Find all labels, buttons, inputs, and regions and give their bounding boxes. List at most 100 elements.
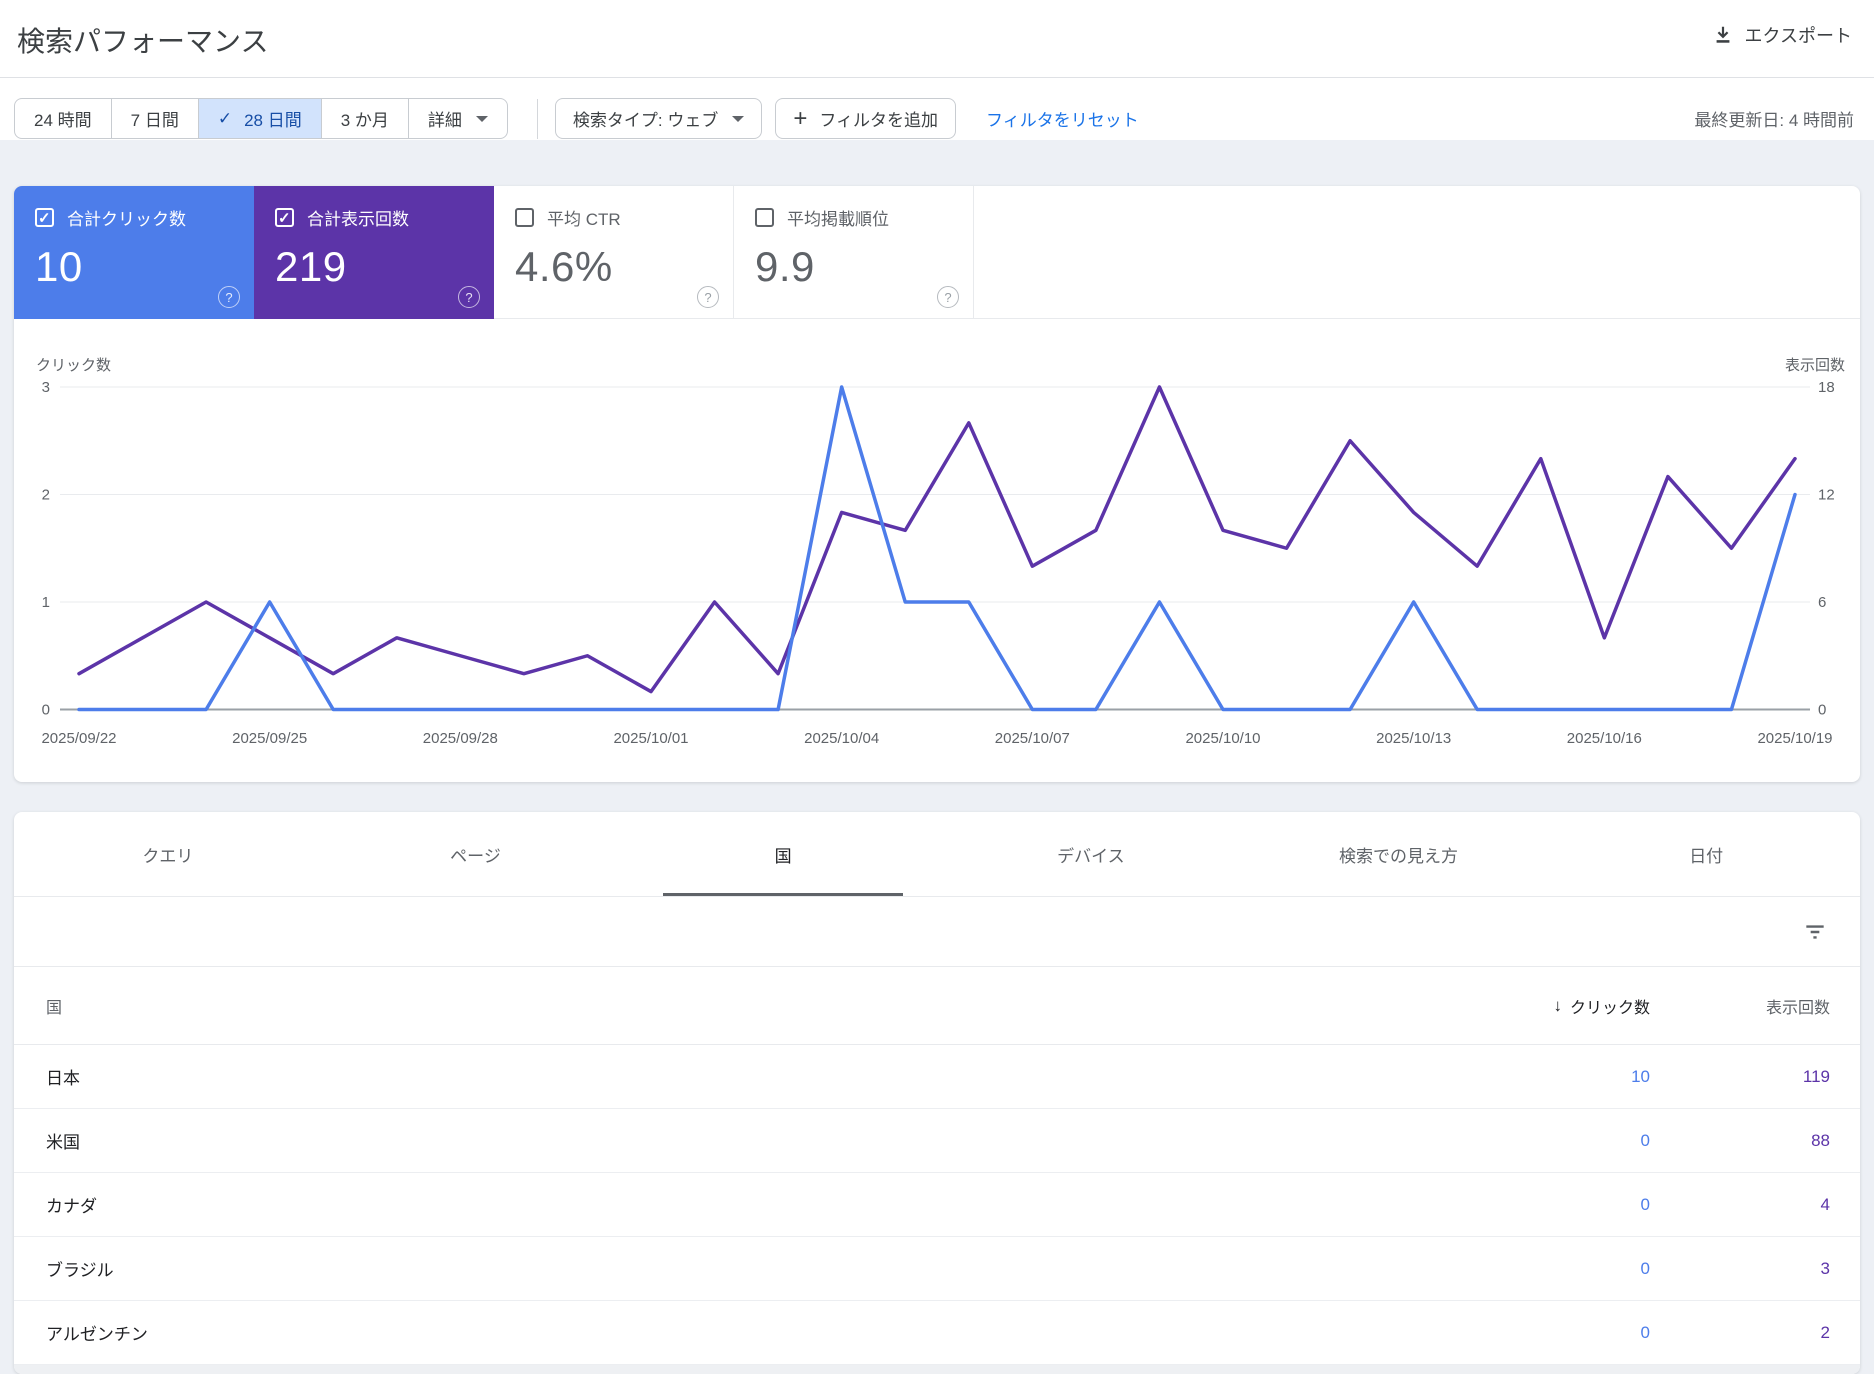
- metric-value: 10: [35, 243, 83, 290]
- checkbox-icon[interactable]: [755, 208, 774, 227]
- svg-text:0: 0: [42, 702, 50, 719]
- last-updated-text: 最終更新日: 4 時間前: [1694, 111, 1854, 130]
- svg-text:2025/10/13: 2025/10/13: [1376, 730, 1451, 747]
- add-filter-label: フィルタを追加: [819, 111, 939, 130]
- export-button[interactable]: エクスポート: [1712, 22, 1852, 48]
- metric-tile-total-impressions[interactable]: 合計表示回数 219 ?: [254, 186, 494, 319]
- top-header: 検索パフォーマンス エクスポート 24 時間 7 日間 ✓ 28 日間 3 か月 …: [0, 0, 1874, 140]
- svg-text:2025/10/04: 2025/10/04: [804, 730, 879, 747]
- metric-tile-total-clicks[interactable]: 合計クリック数 10 ?: [14, 186, 254, 319]
- impressions-cell[interactable]: 119: [1803, 1067, 1830, 1087]
- date-range-label: 7 日間: [130, 111, 179, 130]
- metric-value: 9.9: [755, 243, 815, 290]
- checkbox-icon[interactable]: [515, 208, 534, 227]
- chevron-down-icon: [732, 115, 745, 122]
- tab-devices[interactable]: デバイス: [937, 812, 1245, 896]
- metric-tiles: 合計クリック数 10 ? 合計表示回数 219 ? 平均 CTR 4.6% ? …: [14, 186, 1860, 319]
- clicks-cell[interactable]: 0: [1641, 1323, 1650, 1343]
- download-icon: [1716, 26, 1729, 43]
- help-icon[interactable]: ?: [458, 286, 480, 308]
- filter-separator: [536, 98, 538, 139]
- page-title: 検索パフォーマンス: [17, 26, 269, 57]
- help-icon[interactable]: ?: [937, 286, 959, 308]
- chevron-down-icon: [475, 115, 488, 122]
- dimensions-card: クエリ ページ 国 デバイス 検索での見え方 日付 国 ↓ クリック数 表示回数…: [14, 812, 1860, 1374]
- date-range-label: 3 か月: [340, 111, 389, 130]
- tab-queries[interactable]: クエリ: [14, 812, 322, 896]
- clicks-cell[interactable]: 0: [1641, 1131, 1650, 1151]
- date-range-chip-0[interactable]: 24 時間: [15, 99, 111, 138]
- country-cell: カナダ: [46, 1197, 97, 1216]
- header-divider: [0, 77, 1874, 78]
- table-row[interactable]: アルゼンチン 0 2: [14, 1301, 1860, 1365]
- table-row[interactable]: カナダ 0 4: [14, 1173, 1860, 1237]
- impressions-cell[interactable]: 3: [1821, 1259, 1830, 1279]
- performance-card: 合計クリック数 10 ? 合計表示回数 219 ? 平均 CTR 4.6% ? …: [14, 186, 1860, 782]
- impressions-cell[interactable]: 2: [1821, 1323, 1830, 1343]
- tab-label: 検索での見え方: [1339, 846, 1459, 866]
- help-icon[interactable]: ?: [218, 286, 240, 308]
- table-body: 日本 10 119 米国 0 88 カナダ 0 4 ブラジル 0 3 アルゼンチ…: [14, 1045, 1860, 1365]
- tab-dates[interactable]: 日付: [1552, 812, 1860, 896]
- reset-filters-link[interactable]: フィルタをリセット: [986, 106, 1139, 131]
- country-cell: 日本: [46, 1069, 80, 1088]
- metric-tile-average-position[interactable]: 平均掲載順位 9.9 ?: [734, 186, 974, 319]
- metric-tile-average-ctr[interactable]: 平均 CTR 4.6% ?: [494, 186, 734, 319]
- tab-countries[interactable]: 国: [629, 812, 937, 896]
- checkbox-icon[interactable]: [275, 208, 294, 227]
- table-row[interactable]: 日本 10 119: [14, 1045, 1860, 1109]
- svg-text:2025/10/07: 2025/10/07: [995, 730, 1070, 747]
- table-row[interactable]: 米国 0 88: [14, 1109, 1860, 1173]
- country-cell: 米国: [46, 1133, 80, 1152]
- filter-bar: 24 時間 7 日間 ✓ 28 日間 3 か月 詳細 検索タイプ: ウェブ + フ…: [14, 98, 1860, 139]
- date-range-chip-3[interactable]: 3 か月: [320, 99, 408, 138]
- tab-search-appearance[interactable]: 検索での見え方: [1245, 812, 1553, 896]
- svg-text:0: 0: [1818, 702, 1826, 719]
- table-header-row: 国 ↓ クリック数 表示回数: [14, 967, 1860, 1045]
- search-type-chip[interactable]: 検索タイプ: ウェブ: [554, 98, 763, 139]
- impressions-cell[interactable]: 4: [1821, 1195, 1830, 1215]
- help-icon[interactable]: ?: [697, 286, 719, 308]
- column-header-clicks[interactable]: ↓ クリック数: [1553, 994, 1650, 1018]
- date-range-label: 詳細: [427, 111, 462, 130]
- date-range-chip-2[interactable]: ✓ 28 日間: [197, 99, 321, 138]
- clicks-cell[interactable]: 0: [1641, 1195, 1650, 1215]
- checkbox-icon[interactable]: [35, 208, 54, 227]
- svg-text:2025/09/28: 2025/09/28: [423, 730, 498, 747]
- country-cell: ブラジル: [46, 1261, 114, 1280]
- add-filter-chip[interactable]: + フィルタを追加: [775, 98, 957, 139]
- metric-label: 合計クリック数: [67, 210, 186, 229]
- date-range-group: 24 時間 7 日間 ✓ 28 日間 3 か月 詳細: [14, 98, 508, 139]
- svg-text:2025/09/25: 2025/09/25: [232, 730, 307, 747]
- tab-pages[interactable]: ページ: [322, 812, 630, 896]
- check-icon: ✓: [217, 108, 233, 128]
- tab-label: 日付: [1689, 846, 1724, 866]
- svg-text:2025/10/16: 2025/10/16: [1567, 730, 1642, 747]
- column-header-impressions[interactable]: 表示回数: [1766, 994, 1830, 1018]
- filter-list-icon[interactable]: [1802, 919, 1828, 945]
- metric-label: 平均掲載順位: [787, 210, 889, 229]
- search-type-label: 検索タイプ: ウェブ: [572, 111, 719, 130]
- table-row[interactable]: ブラジル 0 3: [14, 1237, 1860, 1301]
- clicks-cell[interactable]: 10: [1631, 1067, 1650, 1087]
- table-toolbar: [14, 897, 1860, 967]
- sort-desc-icon: ↓: [1553, 995, 1562, 1015]
- table-bottom-strip: [14, 1365, 1860, 1374]
- tab-label: 国: [774, 846, 792, 866]
- metric-value: 4.6%: [515, 243, 613, 290]
- clicks-cell[interactable]: 0: [1641, 1259, 1650, 1279]
- impressions-cell[interactable]: 88: [1811, 1131, 1830, 1151]
- svg-text:2025/09/22: 2025/09/22: [41, 730, 116, 747]
- metric-label: 合計表示回数: [307, 210, 409, 229]
- date-range-chip-custom[interactable]: 詳細: [407, 99, 507, 138]
- metric-label: 平均 CTR: [547, 210, 621, 229]
- svg-text:2025/10/19: 2025/10/19: [1757, 730, 1832, 747]
- column-header-country: 国: [46, 999, 63, 1017]
- svg-text:1: 1: [42, 594, 50, 611]
- svg-text:3: 3: [42, 379, 50, 396]
- date-range-chip-1[interactable]: 7 日間: [110, 99, 198, 138]
- column-header-clicks-label: クリック数: [1569, 999, 1650, 1017]
- date-range-label: 28 日間: [244, 111, 302, 130]
- plus-icon: +: [793, 104, 808, 132]
- tab-label: デバイス: [1057, 846, 1125, 866]
